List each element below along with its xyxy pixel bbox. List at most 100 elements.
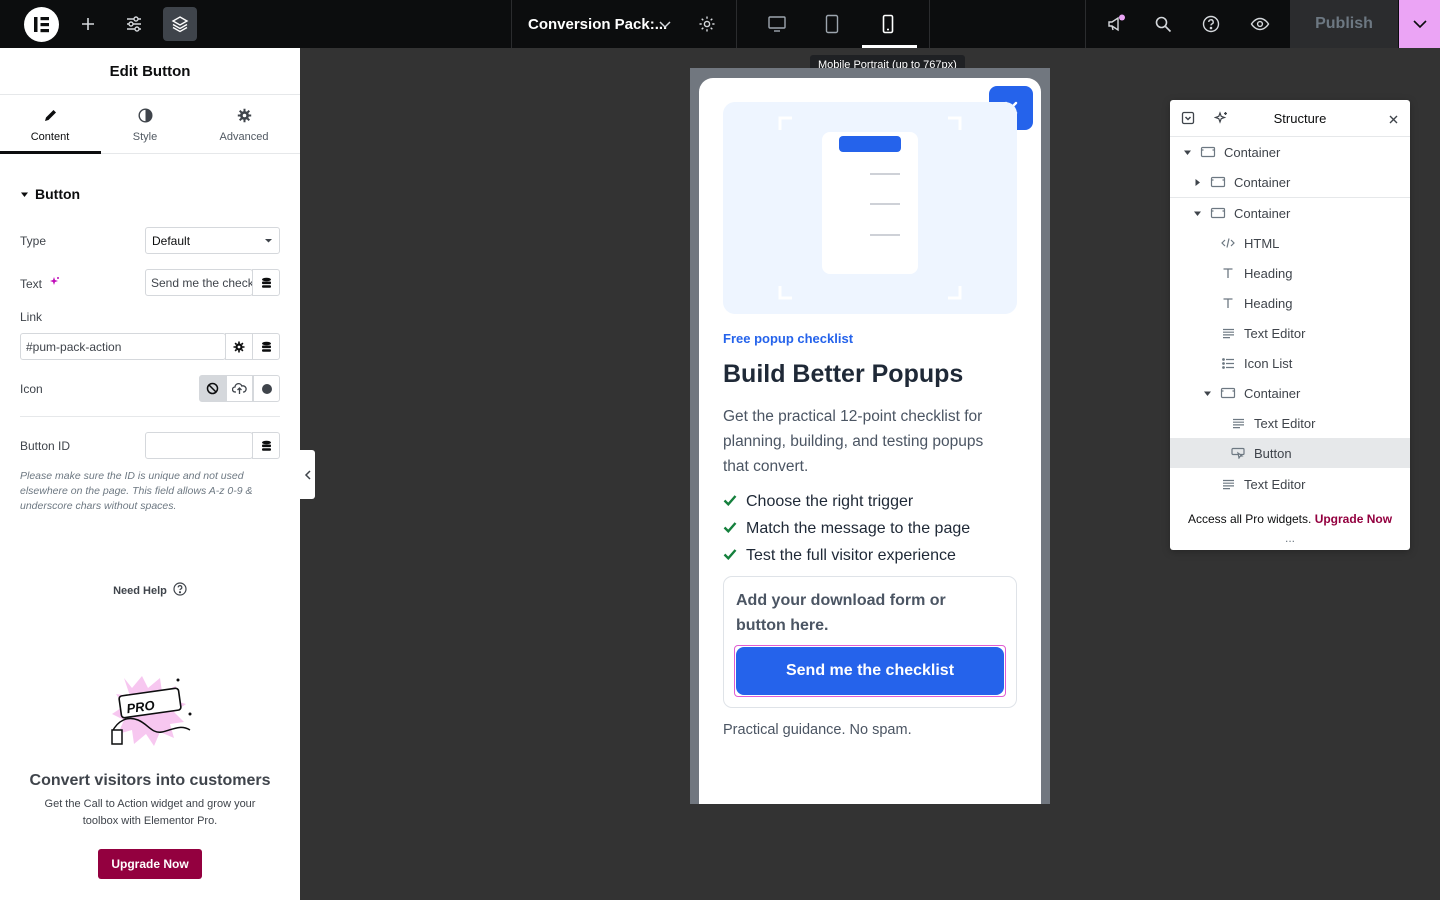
type-label: Type (20, 234, 47, 248)
link-input[interactable]: #pum-pack-action (20, 333, 226, 360)
divider (736, 0, 737, 48)
tab-content[interactable]: Content (0, 96, 100, 154)
notifications-megaphone-icon[interactable] (1099, 7, 1133, 41)
structure-item-heading[interactable]: Heading (1170, 288, 1410, 318)
divider (20, 416, 280, 417)
need-help-link[interactable]: Need Help (0, 582, 300, 599)
structure-item-container[interactable]: Container (1170, 137, 1410, 167)
pro-promo-illustration: PRO (104, 670, 200, 748)
tab-style[interactable]: Style (95, 96, 195, 154)
icon-upload-icon[interactable] (226, 375, 253, 402)
structure-item-label: Container (1234, 174, 1291, 190)
button-widget-icon (1230, 447, 1246, 459)
list-item: Test the full visitor experience (723, 542, 970, 569)
publish-button[interactable]: Publish (1290, 0, 1398, 48)
add-element-icon[interactable] (71, 7, 105, 41)
list-item: Choose the right trigger (723, 488, 970, 515)
popup-footnote: Practical guidance. No spam. (723, 722, 912, 738)
structure-item-label: Container (1234, 205, 1291, 221)
structure-item-heading[interactable]: Heading (1170, 258, 1410, 288)
icon-label: Icon (20, 382, 43, 396)
dynamic-tags-database-icon[interactable] (252, 432, 280, 459)
text-lines-icon (1220, 479, 1236, 490)
list-item-text: Match the message to the page (746, 519, 971, 537)
list-item: Match the message to the page (723, 515, 970, 542)
dynamic-tags-database-icon[interactable] (252, 333, 280, 360)
list-icon (1220, 357, 1236, 369)
panel-tabs: Content Style Advanced (0, 96, 300, 154)
structure-item-button[interactable]: Button (1170, 438, 1410, 468)
divider (929, 0, 930, 48)
resize-handle[interactable]: ... (1170, 532, 1410, 544)
footer-text: Access all Pro widgets. (1187, 512, 1312, 526)
link-options-gear-icon[interactable] (225, 333, 253, 360)
desktop-device-icon[interactable] (760, 7, 794, 41)
tablet-device-icon[interactable] (815, 7, 849, 41)
text-input[interactable]: Send me the checklist (145, 269, 253, 296)
section-title: Button (35, 186, 81, 202)
gear-icon (237, 108, 252, 126)
type-select-value: Default (152, 233, 191, 248)
panel-title: Edit Button (0, 48, 300, 95)
caret-down-icon[interactable] (1182, 148, 1192, 157)
tab-advanced[interactable]: Advanced (194, 96, 294, 154)
structure-header: Structure (1170, 100, 1410, 137)
tab-label: Style (132, 130, 158, 143)
structure-item-container[interactable]: Container (1170, 378, 1410, 408)
caret-down-icon (264, 234, 273, 248)
promo-text: Get the Call to Action widget and grow y… (44, 798, 256, 827)
ai-sparkle-icon[interactable] (48, 276, 60, 291)
caret-right-icon[interactable] (1192, 178, 1202, 187)
mobile-device-icon[interactable] (871, 7, 905, 41)
collapse-panel-chevron-left-icon[interactable] (300, 450, 315, 499)
active-tab-indicator (0, 151, 101, 154)
need-help-label: Need Help (113, 584, 167, 597)
preview-eye-icon[interactable] (1243, 7, 1277, 41)
edit-panel: Edit Button Content Style Advanced Butto… (0, 48, 300, 900)
page-settings-gear-icon[interactable] (690, 7, 724, 41)
search-icon[interactable] (1146, 7, 1180, 41)
close-icon[interactable] (1388, 112, 1399, 130)
structure-item-label: Container (1244, 385, 1301, 401)
heading-icon (1220, 297, 1236, 309)
structure-item-text-editor[interactable]: Text Editor (1170, 408, 1410, 438)
send-checklist-button[interactable]: Send me the checklist (736, 647, 1004, 695)
structure-layers-icon[interactable] (163, 7, 197, 41)
popup-hero-image[interactable] (723, 102, 1017, 314)
upgrade-now-button[interactable]: Upgrade Now (98, 849, 202, 879)
structure-item-text-editor[interactable]: Text Editor (1170, 469, 1410, 499)
dynamic-tags-database-icon[interactable] (252, 269, 280, 296)
link-label: Link (20, 310, 43, 324)
site-settings-icon[interactable] (117, 7, 151, 41)
half-circle-icon (137, 107, 153, 126)
icon-library-circle-icon[interactable] (253, 375, 280, 402)
caret-down-icon (20, 186, 29, 202)
help-icon[interactable] (1194, 7, 1228, 41)
structure-item-label: Icon List (1244, 355, 1293, 371)
caret-down-icon[interactable] (1192, 209, 1202, 218)
structure-item-text-editor[interactable]: Text Editor (1170, 318, 1410, 348)
button-id-input[interactable] (145, 432, 253, 459)
caret-down-icon[interactable] (1202, 389, 1212, 398)
structure-item-label: Container (1224, 144, 1281, 160)
section-button-toggle[interactable]: Button (20, 186, 80, 202)
active-device-indicator (862, 45, 917, 48)
publish-options-chevron-icon[interactable] (1399, 0, 1440, 48)
code-icon (1220, 237, 1236, 249)
check-icon (723, 493, 737, 511)
structure-item-html[interactable]: HTML (1170, 228, 1410, 258)
document-title[interactable]: Conversion Pack:... (528, 16, 667, 33)
structure-item-container[interactable]: Container (1170, 167, 1410, 197)
upgrade-now-link[interactable]: Upgrade Now (1315, 512, 1392, 526)
structure-item-icon-list[interactable]: Icon List (1170, 348, 1410, 378)
list-item-text: Test the full visitor experience (746, 546, 956, 564)
chevron-down-icon[interactable] (648, 7, 682, 41)
type-select[interactable]: Default (145, 227, 280, 254)
structure-item-label: Heading (1244, 295, 1293, 311)
popup-kicker: Free popup checklist (723, 331, 854, 346)
text-lines-icon (1220, 328, 1236, 339)
structure-item-container[interactable]: Container (1170, 198, 1410, 228)
elementor-logo-icon[interactable] (24, 7, 59, 42)
icon-none-ban-icon[interactable] (199, 375, 226, 402)
pencil-icon (43, 108, 58, 126)
